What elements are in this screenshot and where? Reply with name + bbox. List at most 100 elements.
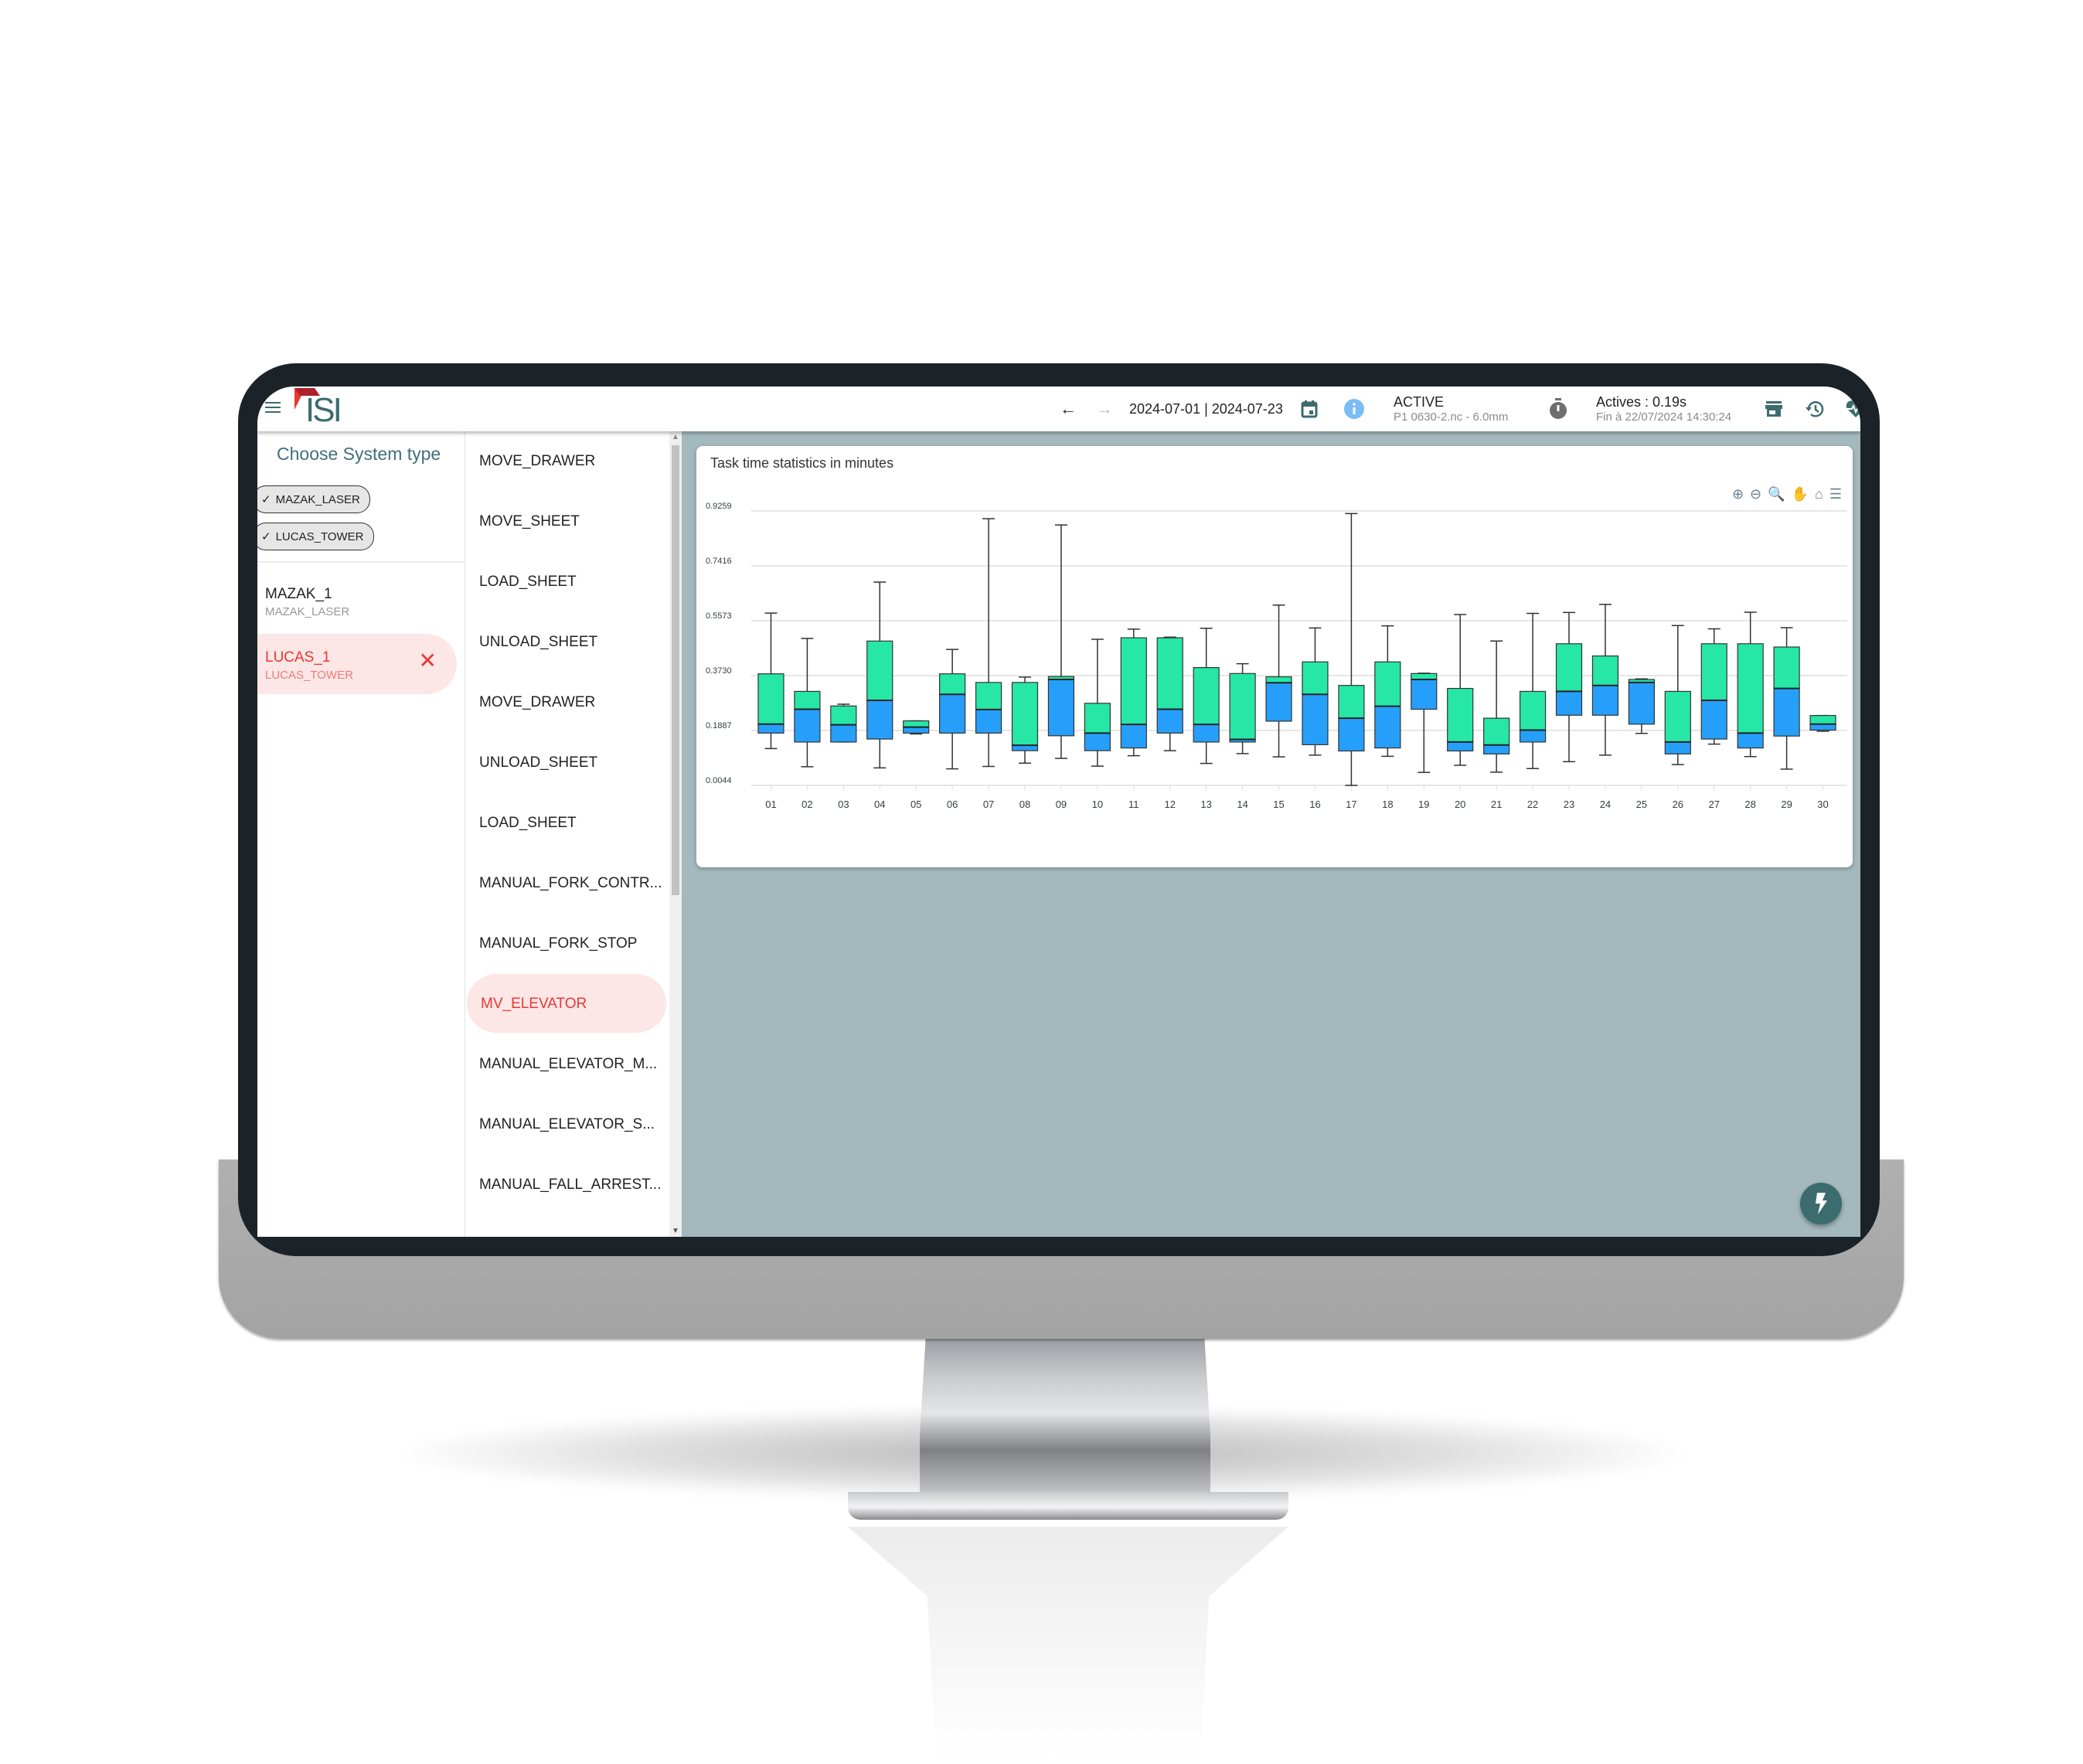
close-icon[interactable]: ✕ [419, 648, 437, 673]
system-item-mazak-1[interactable]: MAZAK_1 MAZAK_LASER [257, 570, 457, 631]
task-item[interactable]: MOVE_DRAWER [465, 431, 663, 490]
box-upper-q3-median [1084, 703, 1111, 734]
calendar-button[interactable] [1301, 387, 1318, 431]
box-lower-median-q1 [1302, 693, 1329, 745]
box-09 [1047, 524, 1075, 759]
box-lower-median-q1 [1265, 682, 1292, 722]
x-tick-label: 15 [1273, 799, 1284, 810]
arrow-right-icon[interactable]: → [1096, 399, 1113, 419]
x-tick-label: 08 [1019, 799, 1030, 810]
task-label: LOAD_SHEET [479, 815, 577, 831]
health-button[interactable] [1845, 387, 1860, 431]
task-item[interactable]: MANUAL_ELEVATOR_M... [465, 1034, 663, 1093]
system-name: LUCAS_1 [265, 649, 331, 666]
history-icon [1806, 401, 1824, 417]
task-item[interactable]: LOAD_SHEET [465, 552, 663, 611]
monitor-stand-reflection [848, 1527, 1288, 1759]
box-04 [866, 581, 893, 769]
box-lower-median-q1 [794, 708, 821, 743]
heart-pulse-icon [1846, 400, 1860, 417]
box-upper-q3-median [1700, 643, 1727, 701]
store-button[interactable] [1765, 387, 1783, 431]
chip-mazak-laser[interactable]: ✓ MAZAK_LASER [257, 485, 370, 513]
box-upper-q3-median [1737, 643, 1764, 734]
x-tick-label: 09 [1056, 799, 1067, 810]
x-tick-label: 24 [1600, 799, 1611, 810]
box-28 [1737, 611, 1764, 758]
box-27 [1700, 628, 1727, 745]
box-upper-q3-median [1591, 655, 1619, 686]
date-range[interactable]: 2024-07-01 | 2024-07-23 [1129, 401, 1283, 417]
task-item[interactable]: LOAD_SHEET [465, 793, 663, 852]
task-label: MOVE_DRAWER [479, 694, 596, 710]
x-tick-label: 12 [1164, 799, 1175, 810]
task-item[interactable]: UNLOAD_SHEET [465, 733, 663, 792]
box-24 [1591, 604, 1619, 756]
task-item[interactable]: MANUAL_FORK_CONTR... [465, 853, 663, 912]
box-upper-q3-median [1011, 682, 1039, 746]
x-tick-label: 29 [1781, 799, 1792, 810]
box-upper-q3-median [1664, 690, 1691, 743]
box-upper-q3-median [1265, 676, 1292, 683]
box-lower-median-q1 [1809, 724, 1836, 731]
x-tick-label: 25 [1636, 799, 1647, 810]
scroll-down-icon[interactable]: ▼ [672, 1227, 679, 1235]
task-label: LOAD_SHEET [479, 574, 577, 590]
box-upper-q3-median [757, 673, 785, 725]
box-upper-q3-median [1773, 646, 1800, 690]
box-14 [1229, 662, 1256, 754]
calendar-icon [1301, 400, 1318, 418]
task-item-selected[interactable]: MV_ELEVATOR [467, 974, 666, 1033]
box-23 [1555, 611, 1583, 763]
history-button[interactable] [1805, 387, 1825, 431]
info-button[interactable] [1343, 387, 1365, 431]
store-icon [1765, 401, 1782, 417]
box-upper-q3-median [1229, 673, 1256, 741]
box-03 [830, 703, 857, 743]
boxplot-chart: 0.9259 0.7416 0.5573 0.3730 0.1887 0.0044 01 0… [706, 502, 1847, 810]
box-07 [975, 518, 1002, 768]
task-list: MOVE_DRAWER MOVE_SHEET LOAD_SHEET UNLOAD… [465, 431, 669, 1237]
box-17 [1338, 513, 1365, 786]
task-item[interactable]: UNLOAD_SHEET [465, 612, 663, 671]
box-upper-q3-median [975, 682, 1002, 710]
top-app-bar: ISI ← → 2024-07-01 | 2024-07-23 ACTIVE P… [257, 387, 1860, 431]
task-list-scrollbar[interactable]: ▲ ▼ [669, 431, 682, 1237]
box-25 [1628, 678, 1655, 734]
box-lower-median-q1 [975, 709, 1002, 734]
box-06 [939, 649, 966, 770]
box-upper-q3-median [830, 705, 857, 726]
system-item-lucas-1[interactable]: LUCAS_1 LUCAS_TOWER ✕ [257, 634, 457, 694]
task-item[interactable]: MANUAL_FALL_ARREST... [465, 1155, 663, 1214]
box-19 [1411, 673, 1438, 773]
x-tick-label: 10 [1092, 799, 1103, 810]
box-05 [903, 720, 930, 735]
status-title: ACTIVE [1394, 394, 1445, 410]
system-type: MAZAK_LASER [265, 605, 350, 618]
y-tick-label: 0.5573 [706, 611, 732, 621]
box-16 [1302, 627, 1329, 756]
task-item[interactable]: MANUAL_ELEVATOR_S... [465, 1095, 663, 1153]
task-item[interactable]: MANUAL_FORK_STOP [465, 914, 663, 972]
quick-action-button[interactable] [1800, 1183, 1842, 1224]
box-upper-q3-median [939, 673, 966, 695]
box-15 [1265, 604, 1292, 758]
task-label: MV_ELEVATOR [481, 996, 587, 1012]
scroll-up-icon[interactable]: ▲ [672, 433, 679, 441]
scrollbar-thumb[interactable] [672, 445, 679, 895]
divider [257, 561, 465, 563]
arrow-left-icon[interactable]: ← [1060, 399, 1077, 419]
task-item[interactable]: MOVE_SHEET [465, 492, 663, 550]
task-item[interactable]: MOVE_DRAWER [465, 673, 663, 731]
box-26 [1664, 625, 1691, 765]
system-type-pane: Choose System type ✓ MAZAK_LASER ✓ LUCAS… [257, 431, 465, 1237]
chip-lucas-tower[interactable]: ✓ LUCAS_TOWER [257, 523, 374, 550]
task-label: MANUAL_FORK_CONTR... [479, 875, 662, 891]
x-tick-label: 04 [874, 799, 885, 810]
x-tick-label: 05 [910, 799, 921, 810]
x-tick-label: 07 [983, 799, 994, 810]
box-21 [1483, 640, 1510, 773]
menu-icon[interactable] [265, 402, 281, 414]
box-upper-q3-median [1156, 637, 1183, 710]
y-tick-label: 0.1887 [706, 721, 732, 730]
